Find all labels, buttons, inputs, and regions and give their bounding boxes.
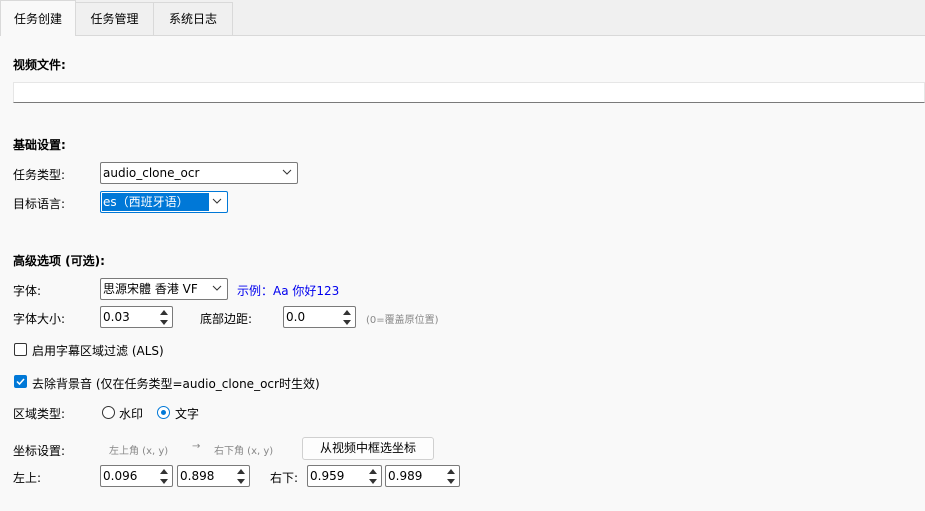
font-size-value: 0.03 [103,310,130,324]
spin-up-icon[interactable] [443,466,459,476]
bottom-right-x-spinbox[interactable]: 0.959 [307,465,382,487]
task-create-panel [0,35,925,511]
font-value: 思源宋體 香港 VF [103,282,198,296]
bottom-margin-value: 0.0 [286,310,306,324]
coord-hint-bottom-right: 右下角 (x, y) [214,446,274,457]
bottom-margin-spinbox[interactable]: 0.0 [283,306,356,328]
region-text-label: 文字 [175,407,200,421]
select-coords-button[interactable]: 从视频中框选坐标 [302,437,434,460]
spin-up-icon[interactable] [156,466,172,476]
font-preview: 示例：Aa 你好123 [237,284,340,298]
font-size-spinbox[interactable]: 0.03 [100,306,173,328]
remove-bg-label: 去除背景音 (仅在任务类型=audio_clone_ocr时生效) [32,377,320,391]
top-left-label: 左上: [13,471,42,485]
spin-up-icon[interactable] [339,307,355,317]
spin-down-icon[interactable] [339,317,355,327]
region-watermark-radio[interactable] [102,406,115,419]
bottom-margin-label: 底部边距: [200,312,253,326]
tab-label: 任务管理 [90,12,139,26]
target-lang-label: 目标语言: [13,197,66,211]
spin-up-icon[interactable] [365,466,381,476]
task-type-value: audio_clone_ocr [103,166,200,180]
check-icon [16,378,25,386]
coord-hint-top-left: 左上角 (x, y) [109,446,169,457]
als-checkbox[interactable] [14,343,27,356]
top-left-x-value: 0.096 [103,469,138,483]
region-type-label: 区域类型: [13,407,66,421]
task-type-label: 任务类型: [13,168,66,182]
font-size-label: 字体大小: [13,312,66,326]
task-type-select[interactable]: audio_clone_ocr [100,162,298,184]
tab-label: 系统日志 [168,12,217,26]
region-text-radio[interactable] [157,406,170,419]
top-left-y-value: 0.898 [180,469,215,483]
spin-down-icon[interactable] [365,476,381,486]
bottom-right-label: 右下: [270,471,299,485]
target-lang-select[interactable]: es（西班牙语） [100,191,228,213]
basic-settings-title: 基础设置: [13,138,66,152]
video-file-label: 视频文件: [13,58,66,72]
coord-label: 坐标设置: [13,444,66,458]
tab-label: 任务创建 [13,12,62,26]
spin-up-icon[interactable] [156,307,172,317]
font-select[interactable]: 思源宋體 香港 VF [100,278,228,300]
bottom-margin-hint: (0=覆盖原位置) [366,315,439,326]
font-label: 字体: [13,284,42,298]
als-label: 启用字幕区域过滤 (ALS) [32,344,164,358]
spin-down-icon[interactable] [443,476,459,486]
bottom-right-x-value: 0.959 [310,469,345,483]
chevron-down-icon [212,285,222,291]
spin-up-icon[interactable] [233,466,249,476]
tab-task-management[interactable]: 任务管理 [75,2,154,35]
tab-system-log[interactable]: 系统日志 [153,2,233,35]
target-lang-value: es（西班牙语） [102,193,209,211]
remove-bg-checkbox[interactable] [14,375,27,388]
arrow-right-icon: → [192,441,201,452]
spin-down-icon[interactable] [233,476,249,486]
chevron-down-icon [212,198,222,204]
spin-down-icon[interactable] [156,476,172,486]
tab-task-create[interactable]: 任务创建 [0,0,76,36]
bottom-right-y-spinbox[interactable]: 0.989 [385,465,460,487]
region-watermark-label: 水印 [119,407,144,421]
chevron-down-icon [282,169,292,175]
top-left-y-spinbox[interactable]: 0.898 [177,465,250,487]
video-file-input[interactable] [13,82,925,103]
advanced-title: 高级选项 (可选): [13,254,105,268]
spin-down-icon[interactable] [156,317,172,327]
tab-bar: 任务管理 系统日志 任务创建 [0,0,925,36]
bottom-right-y-value: 0.989 [388,469,423,483]
top-left-x-spinbox[interactable]: 0.096 [100,465,173,487]
